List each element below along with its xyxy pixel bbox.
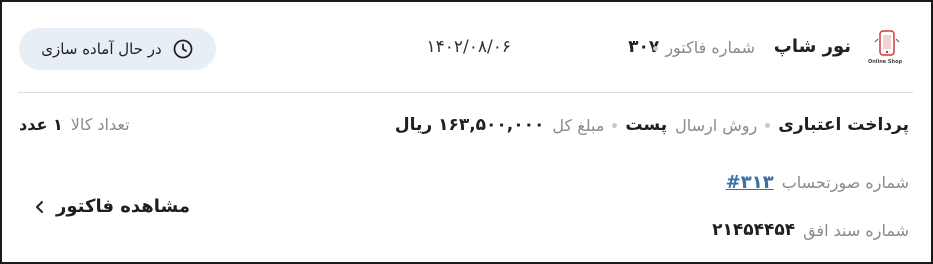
invoice-number-label: شماره فاکتور <box>665 37 755 57</box>
shop-name: نور شاپ <box>773 36 851 57</box>
divider <box>18 92 913 93</box>
chevron-left-icon <box>34 200 46 214</box>
logo-text: Online Shop <box>868 59 903 65</box>
total-label: مبلغ کل <box>552 115 605 135</box>
shipping-value: پست <box>625 115 668 135</box>
shop-logo: Online Shop <box>868 29 902 71</box>
invoice-date: ۱۴۰۲/۰۸/۰۶ <box>426 37 511 57</box>
separator-dot <box>765 122 771 128</box>
receipt-label: شماره صورتحساب <box>781 173 909 192</box>
items-count-value: ۱ عدد <box>19 115 63 134</box>
order-card: Online Shop نور شاپ شماره فاکتور ۳۰۷ ۱۴۰… <box>0 0 933 264</box>
document-number: شماره سند افق ۲۱۴۵۴۴۵۴ <box>712 220 909 240</box>
separator-dot <box>612 122 618 128</box>
invoice-number: شماره فاکتور ۳۰۷ <box>628 37 755 57</box>
shipping-label: روش ارسال <box>675 115 758 135</box>
doc-label: شماره سند افق <box>803 220 909 240</box>
status-label: در حال آماده سازی <box>41 40 162 58</box>
payment-type: پرداخت اعتباری <box>778 115 909 135</box>
order-summary-row: پرداخت اعتباری روش ارسال پست مبلغ کل ۱۶۳… <box>395 115 909 135</box>
items-count: تعداد کالا ۱ عدد <box>19 115 130 134</box>
items-count-label: تعداد کالا <box>70 115 130 134</box>
clock-icon <box>172 38 194 60</box>
view-invoice-label: مشاهده فاکتور <box>56 196 190 217</box>
status-badge: در حال آماده سازی <box>19 28 216 70</box>
receipt-number: شماره صورتحساب #۳۱۳ <box>726 172 909 193</box>
view-invoice-button[interactable]: مشاهده فاکتور <box>34 196 190 217</box>
doc-value: ۲۱۴۵۴۴۵۴ <box>712 220 796 240</box>
total-value: ۱۶۳,۵۰۰,۰۰۰ ریال <box>394 115 545 135</box>
receipt-link[interactable]: #۳۱۳ <box>726 172 774 193</box>
separator-dot <box>653 46 658 51</box>
